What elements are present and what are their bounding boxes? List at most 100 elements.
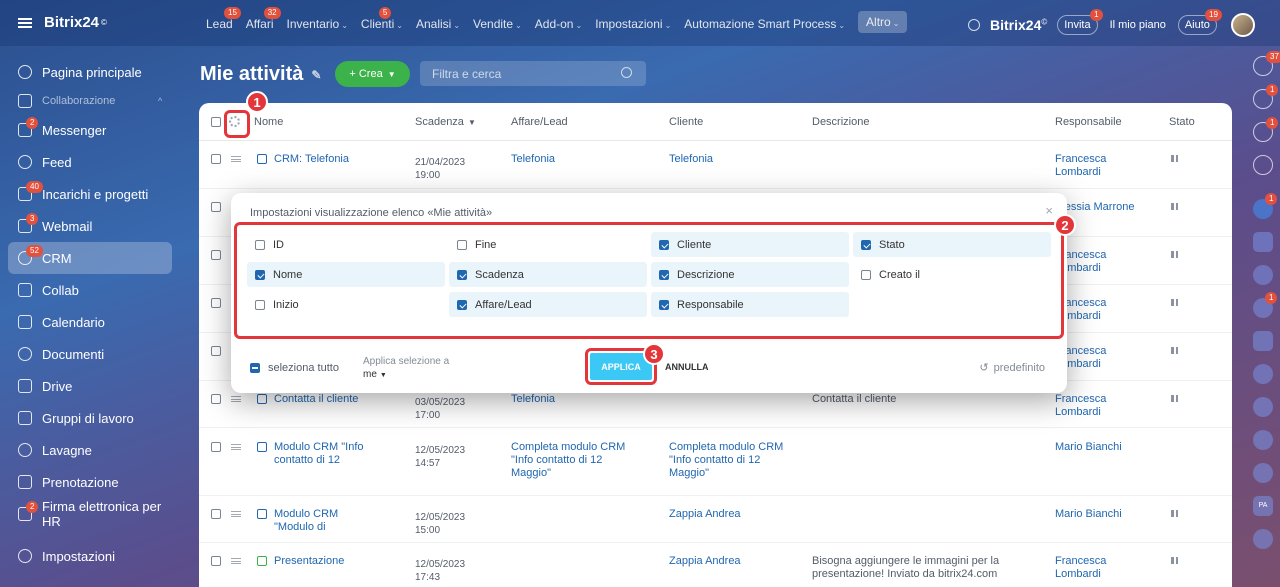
rail-icon-4[interactable]: 1 <box>1253 193 1278 219</box>
activity-name-2[interactable]: "Modulo di <box>274 521 326 534</box>
activity-deal[interactable]: Completa modulo CRM <box>511 441 625 454</box>
row-checkbox[interactable] <box>211 394 221 404</box>
drag-handle-icon[interactable] <box>231 511 241 517</box>
row-checkbox[interactable] <box>211 556 221 566</box>
drag-handle-icon[interactable] <box>231 558 241 564</box>
activity-responsible[interactable]: Francesca <box>1055 555 1106 568</box>
status-flag-icon[interactable] <box>1171 203 1180 210</box>
rail-icon-2[interactable]: 1 <box>1253 117 1279 142</box>
select-all-toggle[interactable]: seleziona tutto <box>250 362 339 374</box>
header-deal[interactable]: Affare/Lead <box>511 116 568 128</box>
activity-name[interactable]: Modulo CRM <box>274 508 338 521</box>
rail-icon-13[interactable]: PA <box>1253 496 1273 516</box>
nav-item-0[interactable]: Lead 15 <box>206 7 241 31</box>
menu-icon[interactable] <box>18 17 32 28</box>
sidebar-item-7[interactable]: Collab <box>0 274 182 306</box>
activity-responsible[interactable]: Francesca <box>1055 393 1106 406</box>
close-icon[interactable]: × <box>1045 203 1053 218</box>
activity-responsible[interactable]: Mario Bianchi <box>1055 441 1122 454</box>
sidebar-item-1[interactable]: Collaborazione ^ <box>0 88 182 114</box>
activity-deal-2[interactable]: "Info contatto di 12 <box>511 454 602 467</box>
sidebar-item-13[interactable]: Prenotazione <box>0 466 182 498</box>
activity-deal[interactable]: Telefonia <box>511 393 555 406</box>
row-checkbox[interactable] <box>211 154 221 164</box>
activity-deal[interactable]: Telefonia <box>511 153 555 166</box>
activity-client[interactable]: Completa modulo CRM <box>669 441 783 454</box>
rail-icon-10[interactable] <box>1253 397 1273 417</box>
avatar[interactable] <box>1230 13 1255 37</box>
rail-icon-0[interactable]: 37 <box>1253 51 1280 76</box>
filter-search-input[interactable]: Filtra e cerca <box>420 61 646 86</box>
status-flag-icon[interactable] <box>1171 347 1180 354</box>
invite-button[interactable]: Invita 1 <box>1057 9 1103 35</box>
activity-name[interactable]: Modulo CRM "Info <box>274 441 364 454</box>
row-checkbox[interactable] <box>211 442 221 452</box>
sidebar-item-15[interactable]: Impostazioni <box>0 540 182 572</box>
rail-icon-1[interactable]: 1 <box>1253 84 1279 109</box>
activity-deal-3[interactable]: Maggio" <box>511 467 551 480</box>
nav-item-5[interactable]: Vendite ⌄ <box>473 17 522 31</box>
drag-handle-icon[interactable] <box>231 444 241 450</box>
nav-item-1[interactable]: Affari 32 <box>246 7 281 31</box>
activity-responsible-2[interactable]: Lombardi <box>1055 568 1101 581</box>
nav-item-9[interactable]: Altro ⌄ <box>858 11 908 33</box>
drag-handle-icon[interactable] <box>231 156 241 162</box>
status-flag-icon[interactable] <box>1171 251 1180 258</box>
search-icon[interactable] <box>968 19 980 31</box>
sidebar-item-4[interactable]: Incarichi e progetti 40 <box>0 178 182 210</box>
table-row[interactable]: Presentazione 12/05/2023 17:43 Zappia Andre… <box>199 543 1232 587</box>
activity-client[interactable]: Zappia Andrea <box>669 555 741 568</box>
activity-name-2[interactable]: contatto di 12 <box>274 454 340 467</box>
rail-icon-11[interactable] <box>1253 430 1273 450</box>
nav-item-7[interactable]: Impostazioni ⌄ <box>595 17 671 31</box>
sidebar-item-2[interactable]: Messenger 2 <box>0 114 182 146</box>
plan-button[interactable]: Il mio piano <box>1104 16 1172 34</box>
row-checkbox[interactable] <box>211 202 221 212</box>
sidebar-item-12[interactable]: Lavagne <box>0 434 182 466</box>
sidebar-item-3[interactable]: Feed <box>0 146 182 178</box>
sidebar-item-8[interactable]: Calendario <box>0 306 182 338</box>
status-flag-icon[interactable] <box>1171 155 1180 162</box>
header-deadline[interactable]: Scadenza ▼ <box>415 116 476 128</box>
brand[interactable]: Bitrix24 © <box>18 14 107 31</box>
search-icon[interactable] <box>621 67 632 78</box>
rail-icon-12[interactable] <box>1253 463 1273 483</box>
default-button[interactable]: ↺ predefinito <box>979 361 1045 374</box>
status-flag-icon[interactable] <box>1171 395 1180 402</box>
sidebar-item-10[interactable]: Drive <box>0 370 182 402</box>
sidebar-item-11[interactable]: Gruppi di lavoro <box>0 402 182 434</box>
chevron-up-icon[interactable]: ^ <box>158 96 162 106</box>
table-row[interactable]: CRM: Telefonia 21/04/2023 19:00 Telefonia Te… <box>199 141 1232 189</box>
status-flag-icon[interactable] <box>1171 557 1180 564</box>
pin-icon[interactable]: ✎ <box>311 68 321 82</box>
nav-item-2[interactable]: Inventario ⌄ <box>287 17 348 31</box>
activity-client-3[interactable]: Maggio" <box>669 467 709 480</box>
nav-item-6[interactable]: Add-on ⌄ <box>535 17 582 31</box>
row-checkbox[interactable] <box>211 346 221 356</box>
activity-name[interactable]: Presentazione <box>274 555 344 568</box>
activity-client[interactable]: Telefonia <box>669 153 713 166</box>
table-row[interactable]: Modulo CRM "Modulo di 12/05/2023 15:00 Zappi… <box>199 496 1232 543</box>
drag-handle-icon[interactable] <box>231 396 241 402</box>
activity-responsible-2[interactable]: Lombardi <box>1055 166 1101 179</box>
rail-icon-9[interactable] <box>1253 364 1273 384</box>
activity-responsible[interactable]: Mario Bianchi <box>1055 508 1122 521</box>
table-row[interactable]: Modulo CRM "Info contatto di 12 12/05/2023… <box>199 429 1232 496</box>
row-checkbox[interactable] <box>211 298 221 308</box>
apply-to-select[interactable]: Applica selezione a me ▼ <box>363 355 449 382</box>
header-client[interactable]: Cliente <box>669 116 703 128</box>
nav-item-8[interactable]: Automazione Smart Process ⌄ <box>684 17 845 31</box>
activity-responsible-2[interactable]: Lombardi <box>1055 406 1101 419</box>
rail-icon-5[interactable] <box>1253 232 1273 252</box>
activity-name[interactable]: CRM: Telefonia <box>274 153 349 166</box>
brand-right[interactable]: Bitrix24© <box>990 17 1047 33</box>
activity-name[interactable]: Contatta il cliente <box>274 393 358 406</box>
sidebar-item-6[interactable]: CRM 52 <box>8 242 172 274</box>
sidebar-item-0[interactable]: Pagina principale <box>0 56 182 88</box>
rail-icon-7[interactable]: 1 <box>1253 292 1278 318</box>
header-responsible[interactable]: Responsabile <box>1055 116 1122 128</box>
header-name[interactable]: Nome <box>254 116 283 128</box>
create-button[interactable]: + Crea ▼ <box>335 61 410 87</box>
sidebar-item-5[interactable]: Webmail 3 <box>0 210 182 242</box>
rail-icon-3[interactable] <box>1253 155 1273 175</box>
